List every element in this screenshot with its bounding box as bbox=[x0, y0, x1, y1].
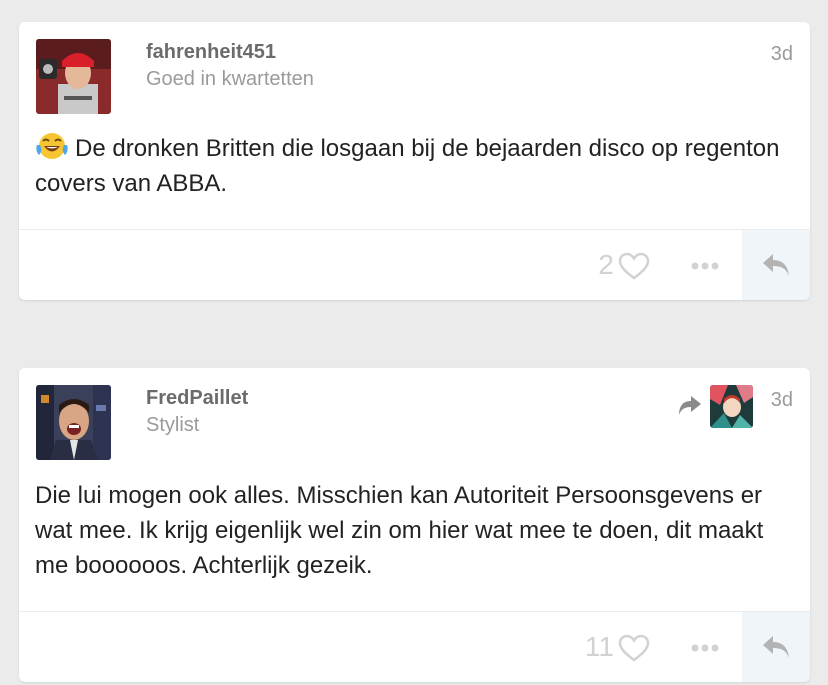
user-subtitle: Goed in kwartetten bbox=[146, 68, 314, 90]
laughing-crying-emoji-icon bbox=[36, 133, 68, 159]
more-options-icon[interactable] bbox=[690, 643, 720, 653]
reply-icon bbox=[763, 636, 789, 658]
post-text: Die lui mogen ook alles. Misschien kan A… bbox=[35, 482, 764, 579]
reply-button[interactable] bbox=[742, 230, 810, 300]
post-text: De dronken Britten die losgaan bij de be… bbox=[35, 135, 780, 197]
user-subtitle: Stylist bbox=[146, 414, 200, 436]
like-count: 2 bbox=[598, 249, 614, 280]
heart-icon[interactable] bbox=[618, 252, 650, 280]
more-options-icon[interactable] bbox=[690, 261, 720, 271]
post-time[interactable]: 3d bbox=[771, 389, 793, 412]
post-footer: 11 bbox=[19, 611, 810, 682]
reply-button[interactable] bbox=[742, 612, 810, 682]
avatar[interactable] bbox=[36, 39, 111, 114]
reposted-from-avatar[interactable] bbox=[710, 385, 753, 428]
heart-icon[interactable] bbox=[618, 634, 650, 662]
reply-icon bbox=[763, 254, 789, 276]
repost-arrow-icon bbox=[679, 396, 701, 415]
post-card: fahrenheit451 Goed in kwartetten 3d De d… bbox=[19, 22, 810, 300]
username[interactable]: fahrenheit451 bbox=[146, 41, 276, 64]
post-card: FredPaillet Stylist 3d Die lui mogen ook… bbox=[19, 368, 810, 682]
post-body: De dronken Britten die losgaan bij de be… bbox=[35, 131, 786, 201]
post-footer: 2 bbox=[19, 229, 810, 300]
like-count: 11 bbox=[584, 631, 614, 662]
feed: fahrenheit451 Goed in kwartetten 3d De d… bbox=[0, 0, 828, 685]
post-time[interactable]: 3d bbox=[771, 43, 793, 66]
username[interactable]: FredPaillet bbox=[146, 387, 248, 410]
post-body: Die lui mogen ook alles. Misschien kan A… bbox=[35, 478, 786, 583]
avatar[interactable] bbox=[36, 385, 111, 460]
